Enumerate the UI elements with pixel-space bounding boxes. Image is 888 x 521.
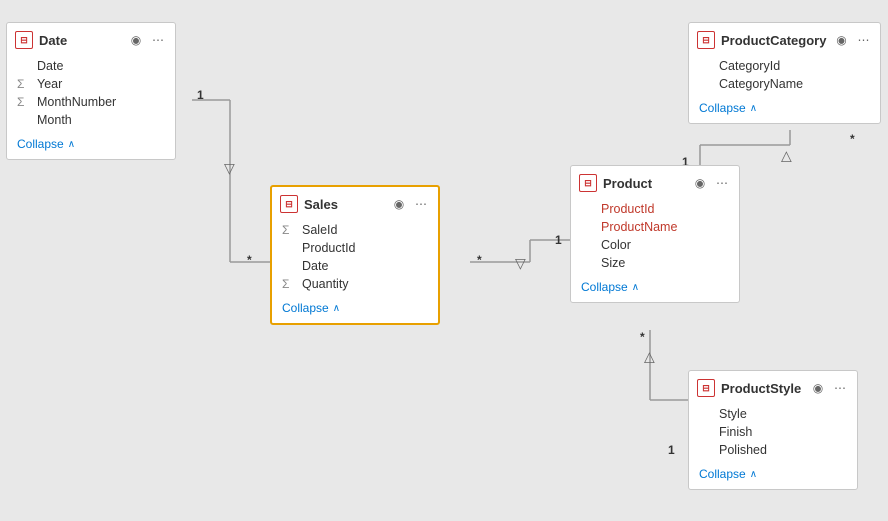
sales-table-icon: ⊟ bbox=[280, 195, 298, 213]
date-header-icons: ◉ ⋯ bbox=[127, 31, 167, 49]
field-sales-saleid: Σ SaleId bbox=[282, 221, 428, 239]
sales-fields: Σ SaleId ProductId Date Σ Quantity bbox=[272, 219, 438, 297]
field-productstyle-style: Style bbox=[699, 405, 847, 423]
product-header-icons: ◉ ⋯ bbox=[691, 174, 731, 192]
table-sales: ⊟ Sales ◉ ⋯ Σ SaleId ProductId Date Σ bbox=[270, 185, 440, 325]
productstyle-fields: Style Finish Polished bbox=[689, 403, 857, 463]
productcategory-table-icon: ⊟ bbox=[697, 31, 715, 49]
product-table-title: Product bbox=[603, 176, 685, 191]
productcategory-eye-icon[interactable]: ◉ bbox=[832, 31, 850, 49]
diagram-canvas: 1 ▽ * * ▽ 1 1 ▽ * * ▽ 1 ⊟ Date ◉ ⋯ Date bbox=[0, 0, 888, 521]
table-productcategory: ⊟ ProductCategory ◉ ⋯ CategoryId Categor… bbox=[688, 22, 881, 124]
sigma-icon: Σ bbox=[282, 223, 296, 237]
productcategory-collapse-btn[interactable]: Collapse ∧ bbox=[689, 97, 880, 123]
date-table-title: Date bbox=[39, 33, 121, 48]
date-more-icon[interactable]: ⋯ bbox=[149, 31, 167, 49]
product-collapse-btn[interactable]: Collapse ∧ bbox=[571, 276, 739, 302]
table-product: ⊟ Product ◉ ⋯ ProductId ProductName Colo… bbox=[570, 165, 740, 303]
date-collapse-btn[interactable]: Collapse ∧ bbox=[7, 133, 175, 159]
arrow-product-style: ▽ bbox=[644, 350, 655, 367]
table-product-header: ⊟ Product ◉ ⋯ bbox=[571, 166, 739, 198]
sigma-icon: Σ bbox=[282, 277, 296, 291]
sales-eye-icon[interactable]: ◉ bbox=[390, 195, 408, 213]
productstyle-table-icon: ⊟ bbox=[697, 379, 715, 397]
date-chevron-up-icon: ∧ bbox=[68, 139, 75, 150]
rel-label-style-1: 1 bbox=[668, 443, 675, 457]
sales-collapse-btn[interactable]: Collapse ∧ bbox=[272, 297, 438, 323]
rel-label-product-1-sales: 1 bbox=[555, 233, 562, 247]
productstyle-more-icon[interactable]: ⋯ bbox=[831, 379, 849, 397]
productstyle-chevron-up-icon: ∧ bbox=[750, 469, 757, 480]
field-product-color: Color bbox=[581, 236, 729, 254]
productcategory-more-icon[interactable]: ⋯ bbox=[854, 31, 872, 49]
field-sales-date: Date bbox=[282, 257, 428, 275]
field-date-year: Σ Year bbox=[17, 75, 165, 93]
sigma-icon: Σ bbox=[17, 95, 31, 109]
field-date-month: Month bbox=[17, 111, 165, 129]
rel-label-cat-many: * bbox=[850, 132, 855, 146]
product-chevron-up-icon: ∧ bbox=[632, 282, 639, 293]
field-productstyle-finish: Finish bbox=[699, 423, 847, 441]
field-sales-quantity: Σ Quantity bbox=[282, 275, 428, 293]
date-fields: Date Σ Year Σ MonthNumber Month bbox=[7, 55, 175, 133]
field-product-productname: ProductName bbox=[581, 218, 729, 236]
product-table-icon: ⊟ bbox=[579, 174, 597, 192]
sales-chevron-up-icon: ∧ bbox=[333, 303, 340, 314]
sales-header-icons: ◉ ⋯ bbox=[390, 195, 430, 213]
productcategory-table-title: ProductCategory bbox=[721, 33, 826, 48]
arrow-sales-product: ▽ bbox=[515, 255, 526, 272]
rel-label-product-many-style: * bbox=[640, 330, 645, 344]
arrow-date-sales: ▽ bbox=[224, 160, 235, 177]
productcategory-header-icons: ◉ ⋯ bbox=[832, 31, 872, 49]
product-more-icon[interactable]: ⋯ bbox=[713, 174, 731, 192]
field-product-productid: ProductId bbox=[581, 200, 729, 218]
productstyle-table-title: ProductStyle bbox=[721, 381, 803, 396]
product-fields: ProductId ProductName Color Size bbox=[571, 198, 739, 276]
table-productstyle: ⊟ ProductStyle ◉ ⋯ Style Finish Polished bbox=[688, 370, 858, 490]
table-date: ⊟ Date ◉ ⋯ Date Σ Year Σ MonthNumber bbox=[6, 22, 176, 160]
field-productcategory-categoryname: CategoryName bbox=[699, 75, 870, 93]
productstyle-eye-icon[interactable]: ◉ bbox=[809, 379, 827, 397]
productcategory-fields: CategoryId CategoryName bbox=[689, 55, 880, 97]
table-productcategory-header: ⊟ ProductCategory ◉ ⋯ bbox=[689, 23, 880, 55]
date-eye-icon[interactable]: ◉ bbox=[127, 31, 145, 49]
table-date-header: ⊟ Date ◉ ⋯ bbox=[7, 23, 175, 55]
productcategory-chevron-up-icon: ∧ bbox=[750, 103, 757, 114]
table-productstyle-header: ⊟ ProductStyle ◉ ⋯ bbox=[689, 371, 857, 403]
field-productcategory-categoryid: CategoryId bbox=[699, 57, 870, 75]
arrow-product-cat: ▽ bbox=[781, 149, 792, 166]
sales-more-icon[interactable]: ⋯ bbox=[412, 195, 430, 213]
field-sales-productid: ProductId bbox=[282, 239, 428, 257]
field-productstyle-polished: Polished bbox=[699, 441, 847, 459]
rel-label-sales-many-date: * bbox=[247, 253, 252, 267]
productstyle-header-icons: ◉ ⋯ bbox=[809, 379, 849, 397]
sigma-icon: Σ bbox=[17, 77, 31, 91]
rel-label-date-1: 1 bbox=[197, 88, 204, 102]
field-product-size: Size bbox=[581, 254, 729, 272]
field-date-date: Date bbox=[17, 57, 165, 75]
product-eye-icon[interactable]: ◉ bbox=[691, 174, 709, 192]
date-table-icon: ⊟ bbox=[15, 31, 33, 49]
field-date-monthnumber: Σ MonthNumber bbox=[17, 93, 165, 111]
sales-table-title: Sales bbox=[304, 197, 384, 212]
productstyle-collapse-btn[interactable]: Collapse ∧ bbox=[689, 463, 857, 489]
table-sales-header: ⊟ Sales ◉ ⋯ bbox=[272, 187, 438, 219]
rel-label-sales-many-product: * bbox=[477, 253, 482, 267]
